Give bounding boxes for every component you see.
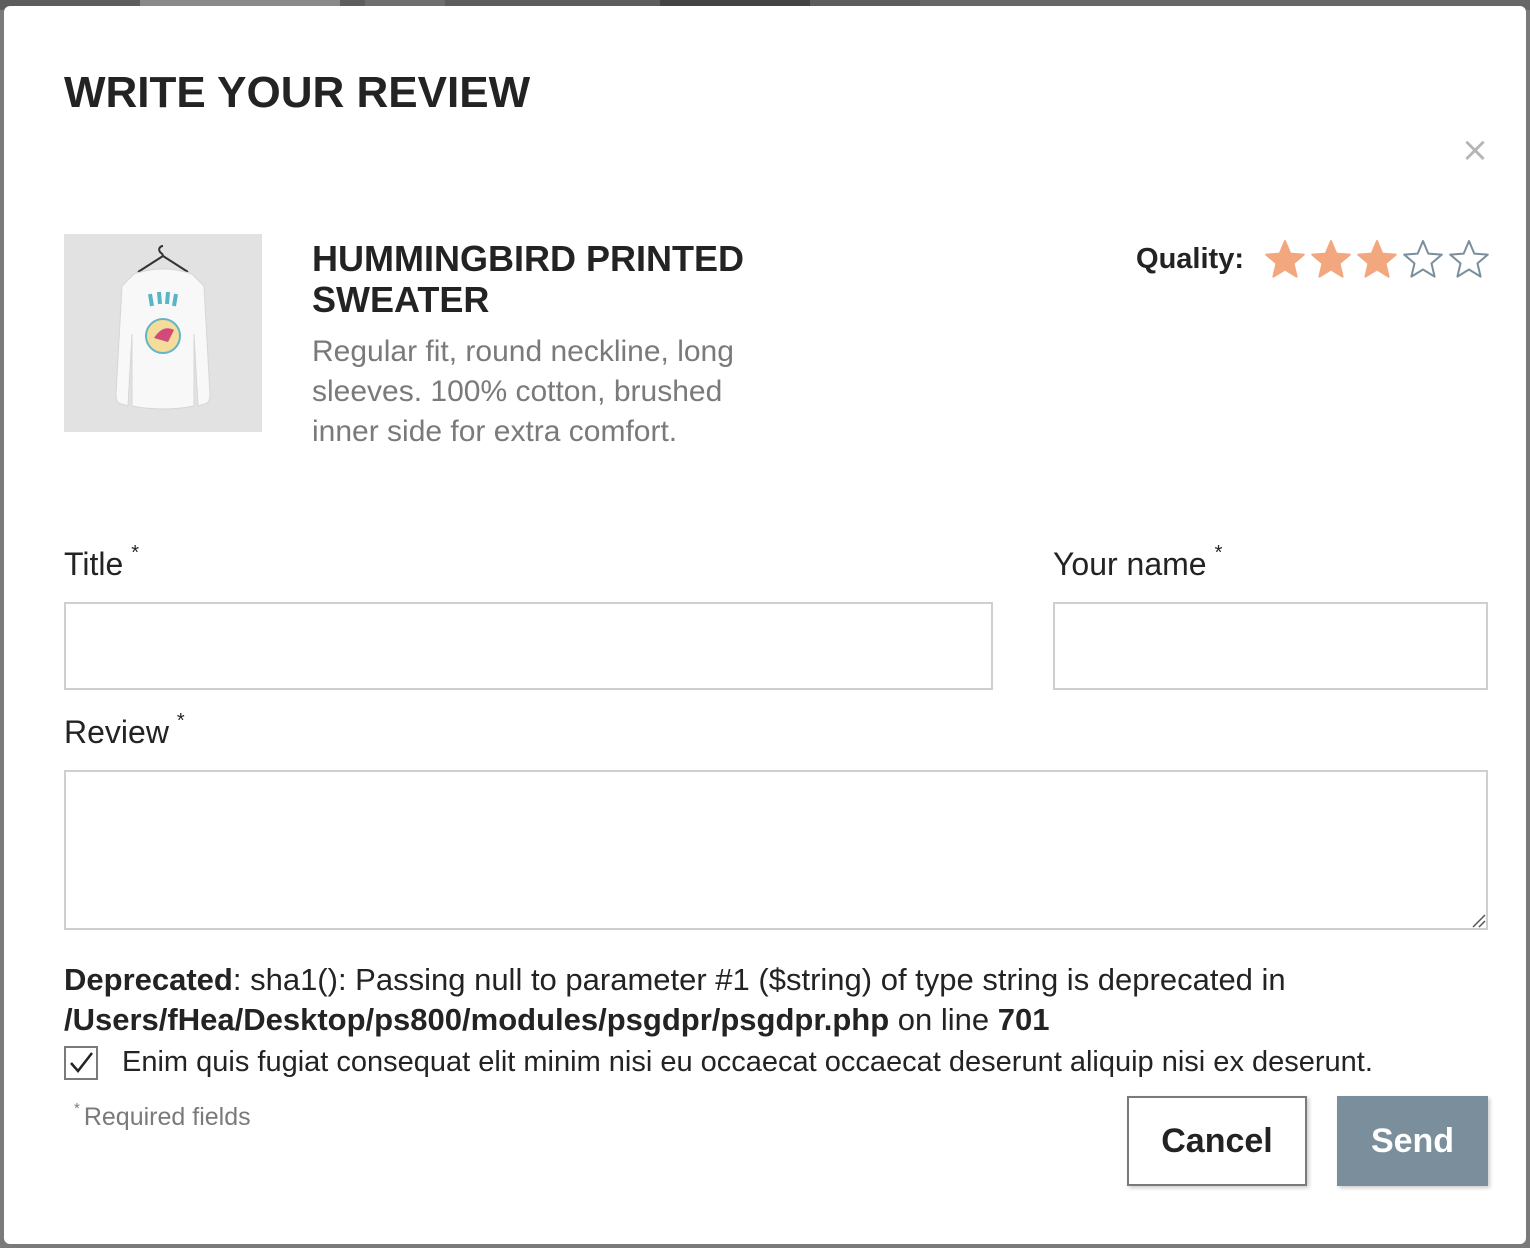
- required-fields-note: * Required fields: [74, 1100, 251, 1132]
- quality-rating: Quality:: [1104, 234, 1490, 284]
- cancel-button[interactable]: Cancel: [1127, 1096, 1307, 1186]
- title-label-text: Title: [64, 546, 124, 582]
- warning-file-path: /Users/fHea/Desktop/ps800/modules/psgdpr…: [64, 1002, 890, 1037]
- modal-title: WRITE YOUR REVIEW: [64, 68, 531, 117]
- required-marker: *: [131, 542, 140, 564]
- quality-label: Quality:: [1136, 242, 1244, 275]
- warning-line-number: 701: [997, 1002, 1050, 1037]
- gdpr-consent: Enim quis fugiat consequat elit minim ni…: [64, 1042, 1504, 1082]
- consent-checkbox[interactable]: [64, 1046, 98, 1080]
- name-input[interactable]: [1053, 602, 1488, 690]
- review-textarea[interactable]: [64, 770, 1488, 930]
- required-marker: *: [74, 1100, 80, 1117]
- close-icon[interactable]: ×: [1459, 133, 1491, 167]
- checkmark-icon: [70, 1052, 93, 1073]
- title-label: Title *: [64, 542, 139, 583]
- warning-message: : sha1(): Passing null to parameter #1 (…: [232, 962, 1286, 997]
- review-label-text: Review: [64, 714, 169, 750]
- star-filled-icon[interactable]: [1264, 238, 1306, 280]
- star-empty-icon[interactable]: [1448, 238, 1490, 280]
- sweater-image-icon: [64, 234, 262, 432]
- name-label: Your name *: [1053, 542, 1222, 583]
- required-note-text: Required fields: [83, 1103, 251, 1131]
- deprecation-warning: Deprecated: sha1(): Passing null to para…: [64, 960, 1494, 1040]
- star-filled-icon[interactable]: [1310, 238, 1352, 280]
- star-empty-icon[interactable]: [1402, 238, 1444, 280]
- star-rating: [1260, 238, 1490, 280]
- name-label-text: Your name: [1053, 546, 1207, 582]
- consent-text: Enim quis fugiat consequat elit minim ni…: [122, 1046, 1373, 1078]
- product-image: [64, 234, 262, 432]
- product-name: HUMMINGBIRD PRINTED SWEATER: [312, 238, 744, 320]
- send-button[interactable]: Send: [1337, 1096, 1488, 1186]
- review-label: Review *: [64, 710, 185, 751]
- review-modal: WRITE YOUR REVIEW × HUMMINGBIRD PRINTED …: [4, 6, 1526, 1244]
- warning-line-text: on line: [889, 1002, 998, 1037]
- title-input[interactable]: [64, 602, 993, 690]
- resize-grip-icon[interactable]: [1470, 912, 1486, 928]
- star-filled-icon[interactable]: [1356, 238, 1398, 280]
- warning-level: Deprecated: [64, 962, 233, 997]
- required-marker: *: [1214, 542, 1223, 564]
- required-marker: *: [176, 710, 185, 732]
- product-description: Regular fit, round neckline, long sleeve…: [312, 335, 734, 448]
